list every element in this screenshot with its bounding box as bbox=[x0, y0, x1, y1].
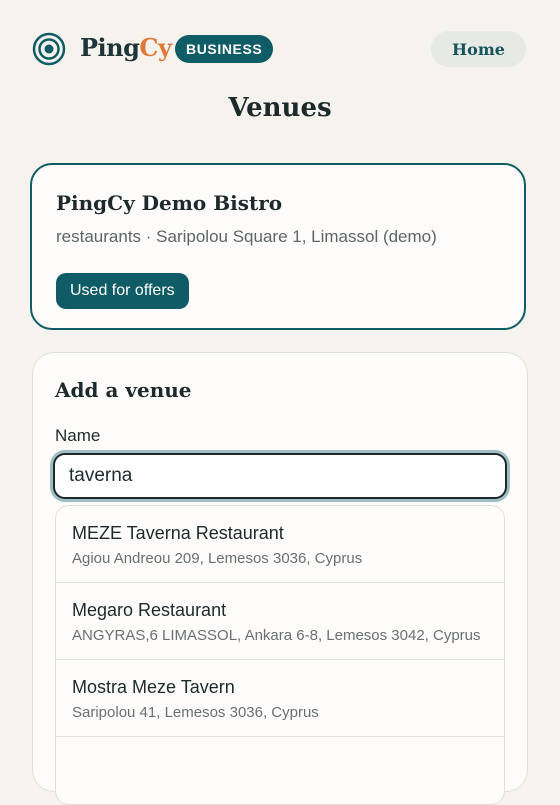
suggestion-name: MEZE Taverna Restaurant bbox=[72, 523, 284, 543]
suggestion-address: Saripolou 41, Lemesos 3036, Cyprus bbox=[72, 704, 319, 721]
add-venue-card: Add a venue Name MEZE Taverna Restaurant… bbox=[32, 352, 528, 805]
venue-meta: restaurants · Saripolou Square 1, Limass… bbox=[56, 227, 437, 246]
name-label: Name bbox=[55, 426, 101, 445]
suggestion-item[interactable]: MEZE Taverna Restaurant Agiou Andreou 20… bbox=[56, 506, 504, 583]
venue-name-input[interactable] bbox=[53, 453, 507, 499]
suggestion-address: Agiou Andreou 209, Lemesos 3036, Cyprus bbox=[72, 550, 363, 567]
used-for-offers-badge: Used for offers bbox=[56, 273, 189, 309]
top-header: PingCy BUSINESS Home bbox=[0, 0, 560, 98]
target-rings-icon[interactable] bbox=[32, 32, 66, 66]
add-venue-title: Add a venue bbox=[55, 378, 192, 402]
venue-name: PingCy Demo Bistro bbox=[56, 191, 283, 215]
suggestion-address: ANGYRAS,6 LIMASSOL, Ankara 6-8, Lemesos … bbox=[72, 627, 481, 644]
suggestion-list: MEZE Taverna Restaurant Agiou Andreou 20… bbox=[55, 505, 505, 805]
brand-wordmark[interactable]: PingCy bbox=[80, 30, 172, 66]
suggestion-name: Mostra Meze Tavern bbox=[72, 677, 235, 697]
suggestion-item[interactable]: Megaro Restaurant ANGYRAS,6 LIMASSOL, An… bbox=[56, 583, 504, 660]
selected-venue-card[interactable]: PingCy Demo Bistro restaurants · Saripol… bbox=[30, 163, 526, 330]
suggestion-name: Megaro Restaurant bbox=[72, 600, 227, 620]
home-button[interactable]: Home bbox=[431, 31, 526, 67]
business-badge: BUSINESS bbox=[175, 35, 274, 63]
page-title: Venues bbox=[228, 93, 332, 123]
brand-accent: Cy bbox=[139, 33, 172, 62]
suggestion-item[interactable]: Mostra Meze Tavern Saripolou 41, Lemesos… bbox=[56, 660, 504, 737]
brand-main: Ping bbox=[80, 33, 140, 62]
